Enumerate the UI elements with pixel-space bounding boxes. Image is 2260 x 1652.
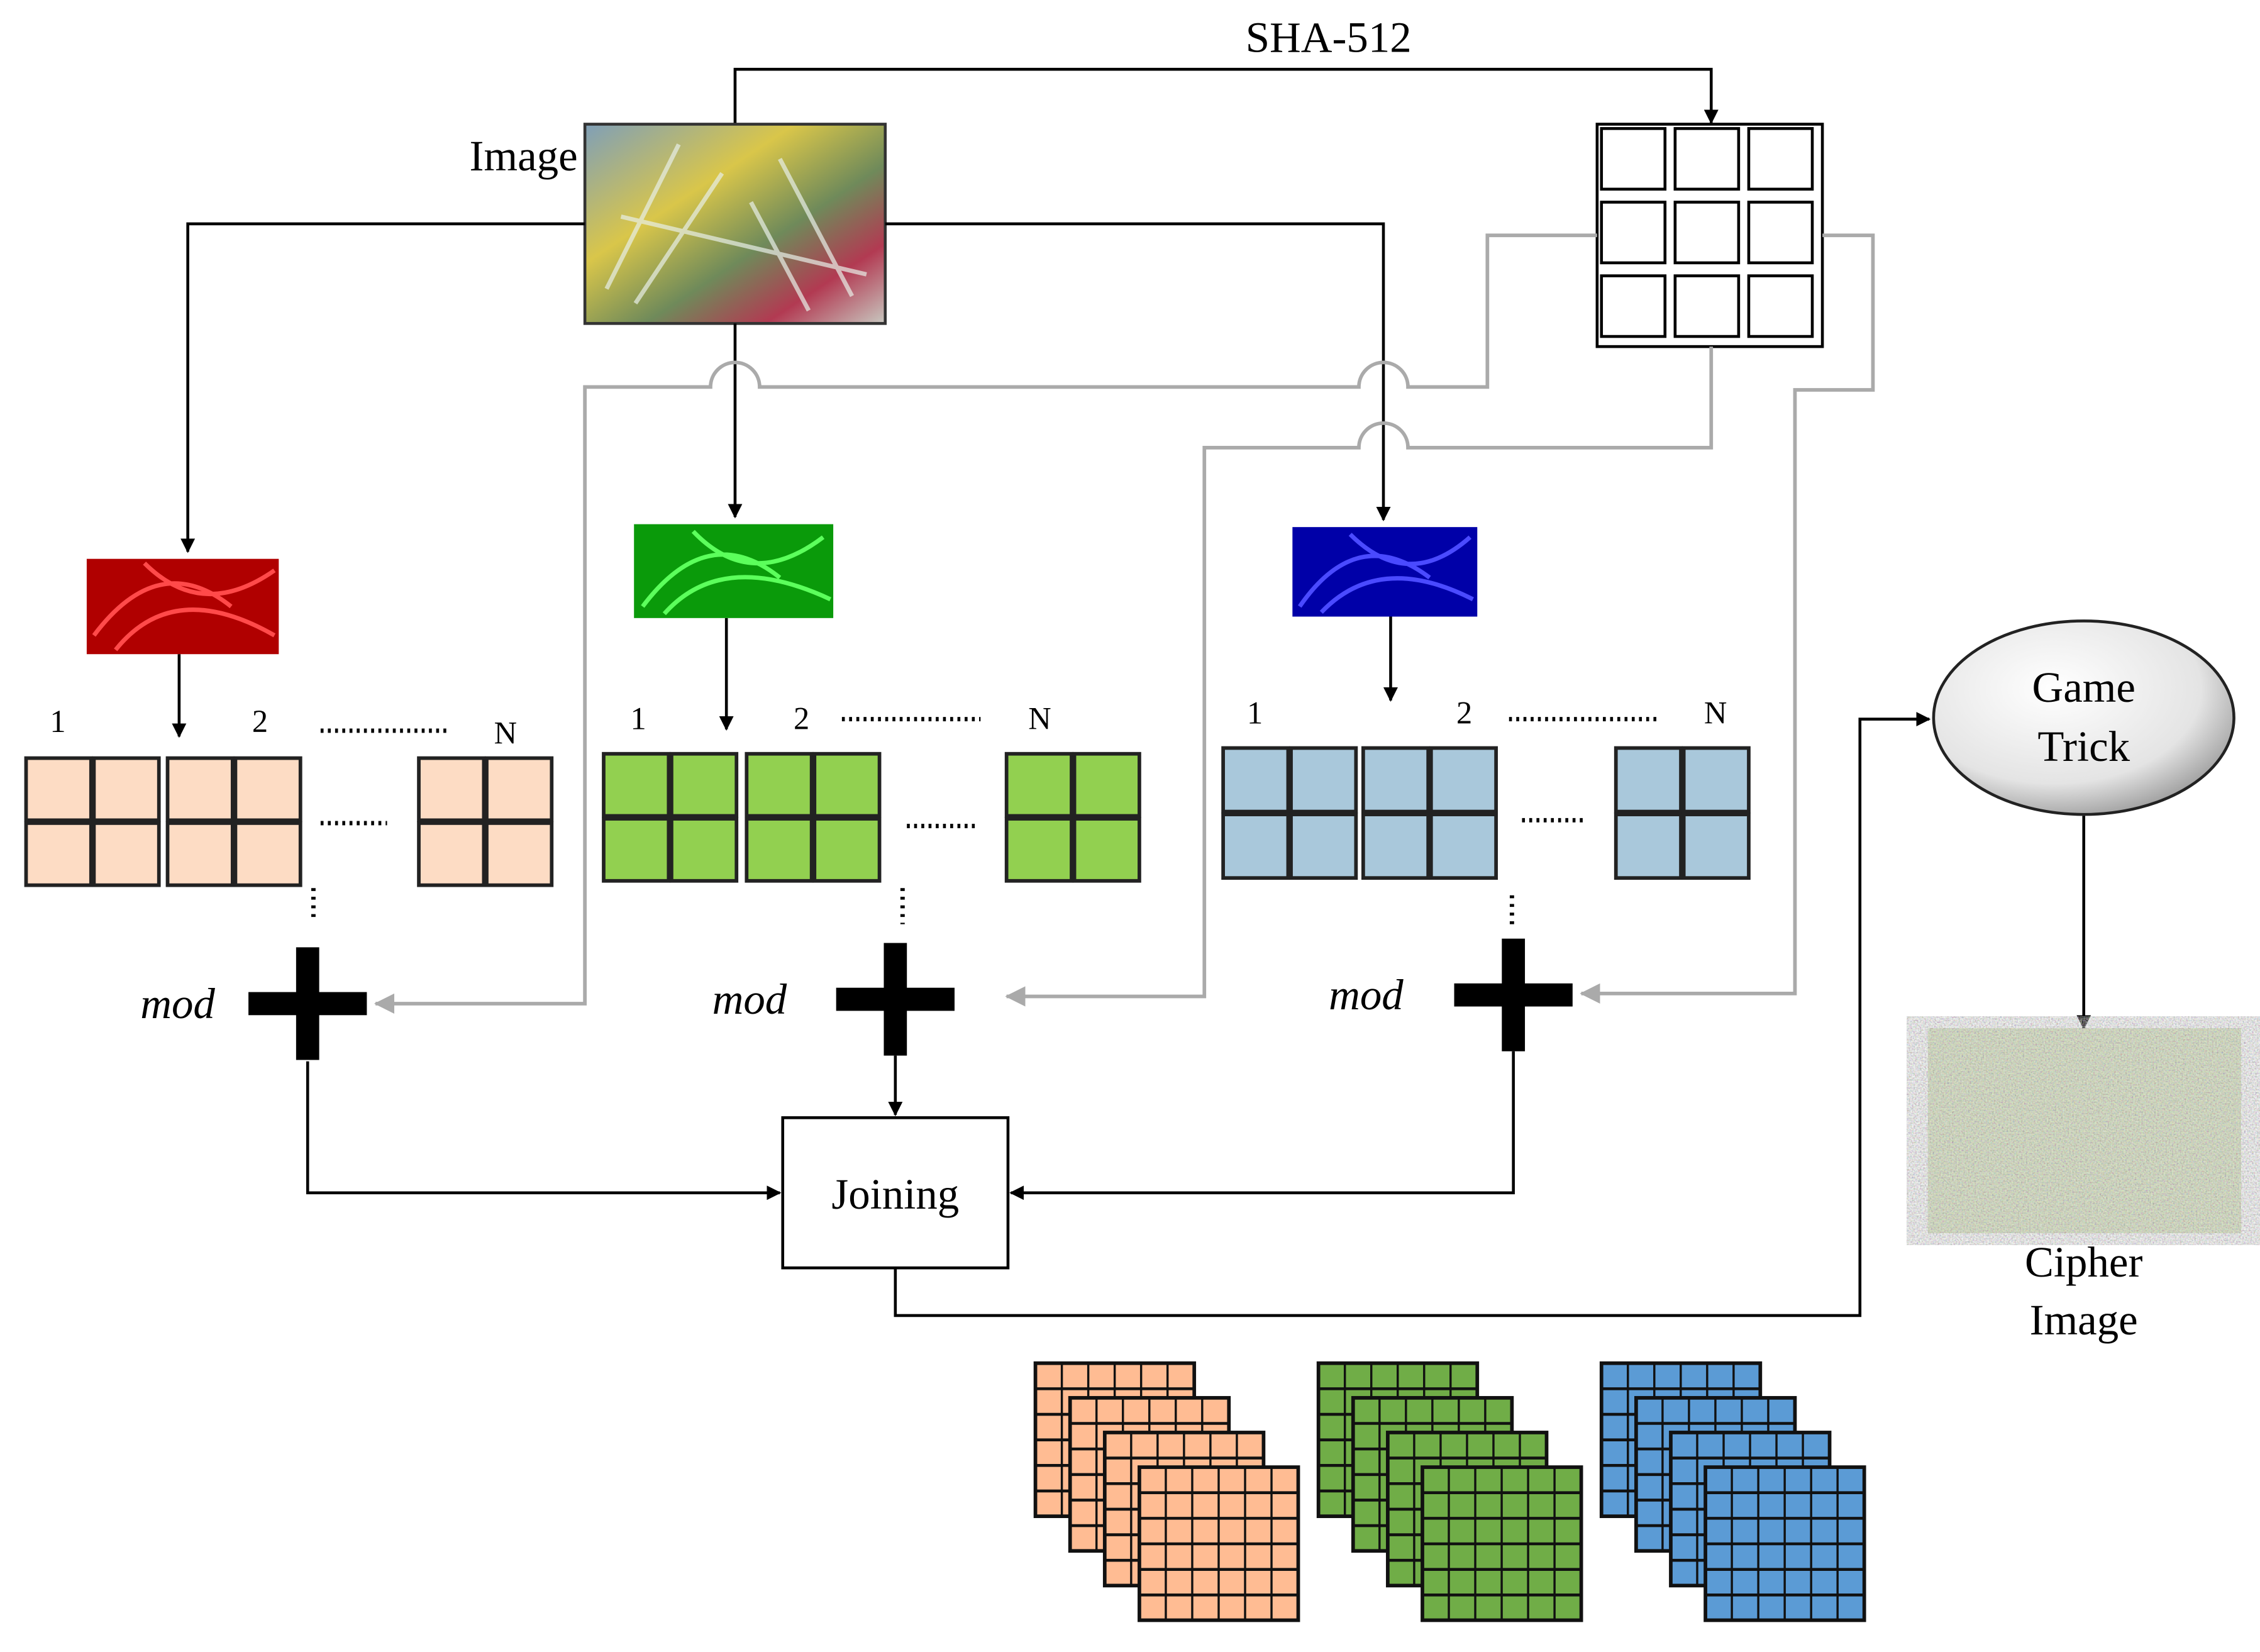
matrix-layer (1421, 1465, 1583, 1622)
block-index-label: 2 (794, 701, 809, 736)
joining-label: Joining (831, 1170, 959, 1218)
game-trick-node (1932, 619, 2235, 816)
block-cell (670, 751, 739, 818)
block-cell (1004, 751, 1073, 818)
key-line-red (374, 233, 1597, 1014)
block-cell (812, 751, 882, 818)
key-cell (1747, 274, 1814, 338)
game-trick-line1: Game (2032, 663, 2135, 711)
block-cell (745, 751, 814, 818)
blue-channel-image (1292, 527, 1478, 617)
block-index-label: N (1028, 701, 1051, 736)
mod-label-red: mod (140, 980, 215, 1028)
block-cell (92, 756, 161, 823)
block-cell (812, 817, 882, 883)
block-cell (233, 756, 302, 823)
block-cell (1221, 812, 1290, 880)
matrix-layer (1703, 1465, 1866, 1622)
block-cell (745, 817, 814, 883)
block-index-label: N (1704, 695, 1727, 730)
block-cell (24, 756, 93, 823)
plain-image (583, 123, 887, 325)
green-plus-operator-icon (836, 943, 955, 1056)
block-index-label: 1 (1247, 695, 1263, 730)
key-cell (1600, 201, 1667, 265)
block-cell (165, 756, 235, 823)
key-line-green (1005, 346, 1714, 1007)
block-cell (1361, 746, 1431, 814)
arrow-to-blue (885, 222, 1391, 521)
block-cell (1221, 746, 1290, 814)
red-channel-image (86, 558, 279, 655)
block-cell (602, 751, 671, 818)
matrix-layer (1138, 1465, 1300, 1622)
block-cell (1289, 812, 1358, 880)
block-cell (1361, 812, 1431, 880)
green-channel-image (634, 524, 834, 618)
image-label: Image (470, 132, 578, 180)
key-cell (1747, 127, 1814, 191)
sha512-label: SHA-512 (1246, 14, 1412, 62)
mod-label-blue: mod (1329, 971, 1404, 1019)
block-cell (92, 821, 161, 887)
block-cell (417, 756, 486, 823)
blue-block-group: 1 2 N (1221, 695, 1751, 929)
block-cell (233, 821, 302, 887)
blue-matrix-stack (1599, 1361, 1866, 1622)
mod-label-green: mod (712, 975, 787, 1023)
red-plus-operator-icon (248, 947, 367, 1060)
key-cell (1673, 201, 1741, 265)
block-cell (1614, 812, 1683, 880)
block-cell (1289, 746, 1358, 814)
block-cell (1429, 812, 1498, 880)
key-cell (1673, 274, 1741, 338)
block-index-label: 2 (252, 704, 268, 739)
block-index-label: 2 (1456, 695, 1472, 730)
red-block-group: 1 2 N (24, 704, 554, 922)
key-cell (1747, 201, 1814, 265)
game-trick-line2: Trick (2037, 723, 2130, 770)
block-cell (165, 821, 235, 887)
block-cell (1072, 817, 1141, 883)
blue-plus-operator-icon (1454, 938, 1573, 1051)
block-cell (485, 756, 554, 823)
block-index-label: 1 (630, 701, 646, 736)
red-matrix-stack (1033, 1361, 1300, 1622)
block-index-label: 1 (50, 704, 65, 739)
block-cell (417, 821, 486, 887)
block-cell (1072, 751, 1141, 818)
block-cell (670, 817, 739, 883)
green-block-group: 1 2 N (602, 701, 1141, 924)
key-cell (1600, 127, 1667, 191)
key-cell (1600, 274, 1667, 338)
block-cell (1614, 746, 1683, 814)
arrow-blue-to-joining (1009, 1051, 1515, 1200)
block-cell (1429, 746, 1498, 814)
cipher-label-line1: Cipher (2025, 1238, 2143, 1286)
block-cell (485, 821, 554, 887)
block-cell (602, 817, 671, 883)
cipher-label-line2: Image (2030, 1296, 2138, 1344)
key-matrix (1595, 123, 1824, 348)
key-cell (1673, 127, 1741, 191)
hash-arrow (733, 67, 1719, 125)
encryption-flow-diagram: SHA-512 Image 12N12N12N mod mod mod Join… (24, 14, 2242, 1622)
green-matrix-stack (1316, 1361, 1583, 1622)
arrow-red-to-joining (306, 1061, 782, 1200)
cipher-image (1927, 1028, 2242, 1234)
block-cell (1004, 817, 1073, 883)
block-cell (1681, 812, 1751, 880)
block-cell (1681, 746, 1751, 814)
block-index-label: N (494, 716, 517, 751)
block-cell (24, 821, 93, 887)
arrow-to-red (180, 222, 585, 553)
